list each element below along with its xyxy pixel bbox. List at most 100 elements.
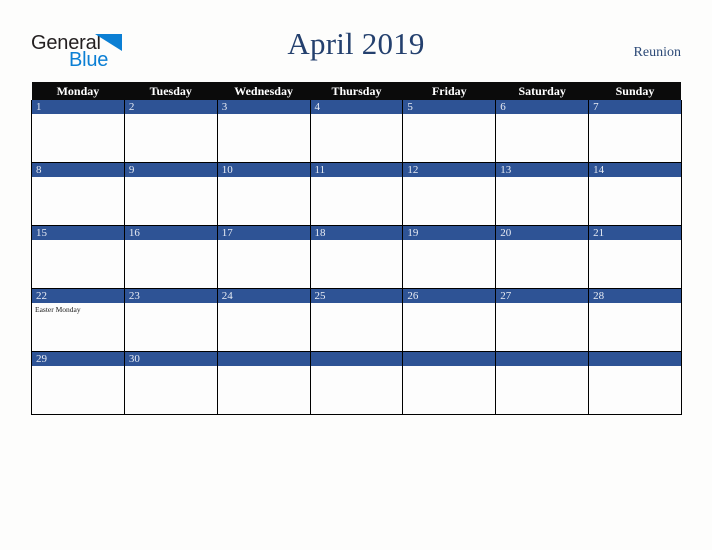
day-number-bar: 11 (310, 163, 403, 177)
day-number: 30 (128, 353, 140, 365)
day-cell-content: 28 (589, 289, 681, 351)
day-number: 16 (128, 227, 140, 239)
calendar-grid: Monday Tuesday Wednesday Thursday Friday… (31, 82, 682, 415)
calendar-day-cell[interactable]: 6 (495, 100, 590, 163)
calendar-day-cell[interactable]: 27 (495, 288, 590, 352)
calendar-day-cell[interactable]: 17 (216, 225, 311, 289)
day-number: 20 (500, 227, 512, 239)
calendar-day-cell[interactable]: 8 (31, 162, 125, 226)
day-events (589, 177, 681, 179)
day-number-bar: 30 (124, 352, 217, 366)
day-events: Easter Monday (32, 303, 124, 315)
day-events (403, 240, 495, 242)
day-events (311, 303, 403, 305)
day-cell-content: 26 (403, 289, 496, 351)
weekday-header-wednesday: Wednesday (217, 82, 311, 100)
day-number-bar: 14 (589, 163, 681, 177)
day-number-bar: 29 (32, 352, 124, 366)
calendar-day-cell[interactable]: 12 (402, 162, 497, 226)
calendar-day-cell[interactable]: 11 (309, 162, 404, 226)
day-number: 3 (221, 101, 228, 113)
day-events (218, 114, 310, 116)
calendar-day-cell[interactable]: 28 (588, 288, 682, 352)
calendar-day-cell[interactable]: 18 (309, 225, 404, 289)
calendar-day-cell[interactable]: 26 (402, 288, 497, 352)
calendar-day-cell[interactable]: 5 (402, 100, 497, 163)
calendar-day-cell[interactable]: 10 (216, 162, 311, 226)
day-number-bar (403, 352, 496, 366)
day-cell-content: 14 (589, 163, 681, 225)
day-cell-content: 16 (124, 226, 217, 288)
day-number-bar: 15 (32, 226, 124, 240)
day-cell-content: 6 (496, 100, 589, 162)
day-events (32, 177, 124, 179)
calendar-day-cell[interactable]: 22 Easter Monday (31, 288, 125, 352)
day-number: 27 (500, 290, 512, 302)
day-cell-content: 13 (496, 163, 589, 225)
day-cell-content (403, 352, 496, 414)
day-number: 25 (314, 290, 326, 302)
day-cell-content: 7 (589, 100, 681, 162)
weekday-header-saturday: Saturday (495, 82, 589, 100)
holiday-event: Easter Monday (35, 305, 81, 314)
calendar-day-cell[interactable]: 25 (309, 288, 404, 352)
calendar-day-cell[interactable]: 3 (216, 100, 311, 163)
calendar-day-cell[interactable]: 19 (402, 225, 497, 289)
day-cell-content: 17 (217, 226, 310, 288)
calendar-day-cell[interactable]: 9 (123, 162, 218, 226)
weekday-header-tuesday: Tuesday (124, 82, 218, 100)
weekday-header-friday: Friday (402, 82, 496, 100)
day-cell-content: 19 (403, 226, 496, 288)
day-events (403, 114, 495, 116)
day-number: 29 (36, 353, 47, 365)
day-number-bar: 2 (124, 100, 217, 114)
day-number-bar: 8 (32, 163, 124, 177)
day-number: 14 (593, 164, 605, 176)
calendar-day-cell[interactable]: 20 (495, 225, 590, 289)
calendar-empty-cell (495, 351, 590, 415)
day-cell-content: 11 (310, 163, 403, 225)
day-cell-content (589, 352, 681, 414)
calendar-day-cell[interactable]: 4 (309, 100, 404, 163)
calendar-day-cell[interactable]: 1 (31, 100, 125, 163)
calendar-day-cell[interactable]: 2 (123, 100, 218, 163)
day-number: 9 (128, 164, 135, 176)
day-number-bar: 22 (32, 289, 124, 303)
calendar-empty-cell (309, 351, 404, 415)
day-events (589, 303, 681, 305)
day-events (218, 366, 310, 368)
day-number: 1 (36, 101, 42, 113)
day-number-bar: 7 (589, 100, 681, 114)
day-events (403, 303, 495, 305)
calendar-day-cell[interactable]: 24 (216, 288, 311, 352)
calendar-day-cell[interactable]: 15 (31, 225, 125, 289)
calendar-day-cell[interactable]: 16 (123, 225, 218, 289)
day-cell-content: 12 (403, 163, 496, 225)
day-events (496, 114, 588, 116)
calendar-day-cell[interactable]: 30 (123, 351, 218, 415)
day-number-bar: 9 (124, 163, 217, 177)
page-title: April 2019 (287, 26, 425, 61)
calendar-day-cell[interactable]: 29 (31, 351, 125, 415)
calendar-day-cell[interactable]: 23 (123, 288, 218, 352)
day-cell-content (310, 352, 403, 414)
calendar-day-cell[interactable]: 21 (588, 225, 682, 289)
day-cell-content: 18 (310, 226, 403, 288)
day-events (32, 114, 124, 116)
day-cell-content: 9 (124, 163, 217, 225)
day-number-bar (589, 352, 681, 366)
day-cell-content: 3 (217, 100, 310, 162)
day-events (32, 240, 124, 242)
day-events (496, 240, 588, 242)
day-events (218, 303, 310, 305)
calendar-day-cell[interactable]: 14 (588, 162, 682, 226)
day-number: 6 (500, 101, 506, 113)
weekday-header-thursday: Thursday (310, 82, 403, 100)
day-number-bar: 6 (496, 100, 589, 114)
day-number: 12 (407, 164, 419, 176)
day-events (496, 303, 588, 305)
calendar-week-row: 8 9 10 11 12 13 14 (31, 162, 682, 226)
calendar-day-cell[interactable]: 7 (588, 100, 682, 163)
day-number: 5 (407, 101, 413, 113)
calendar-day-cell[interactable]: 13 (495, 162, 590, 226)
